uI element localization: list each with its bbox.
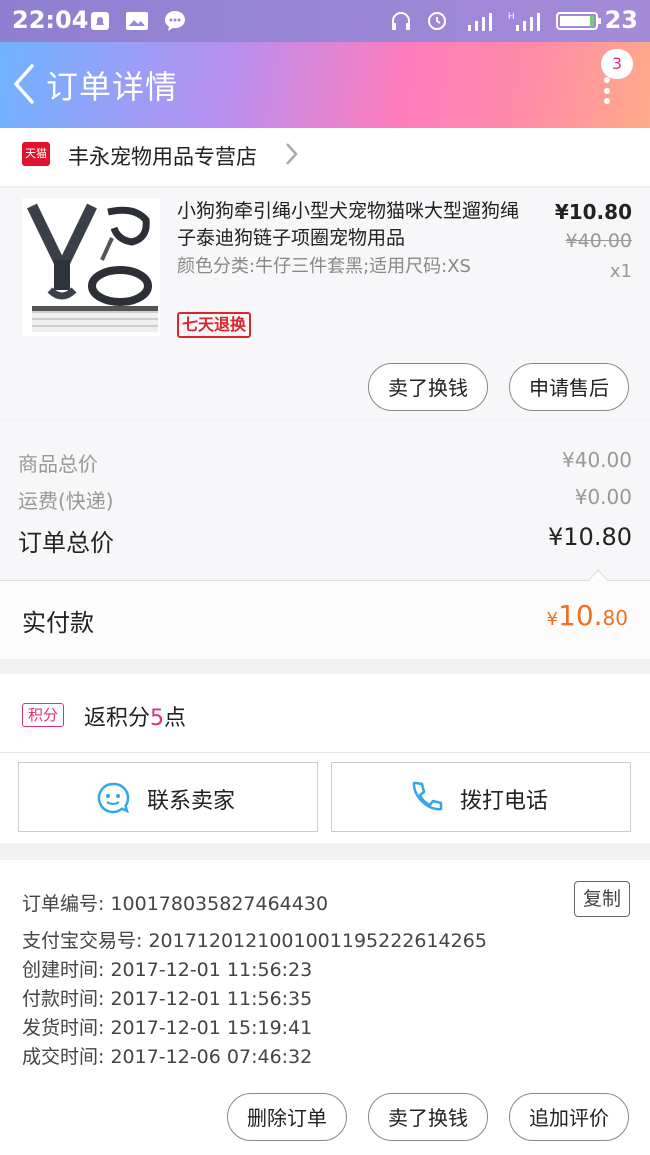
product-price: ¥10.80 — [554, 200, 632, 224]
paid-decimal: 80 — [602, 606, 628, 630]
signal-icon-2: H — [508, 11, 540, 31]
battery-level: 23 — [604, 6, 638, 34]
summary-row-total: 订单总价 ¥10.80 — [18, 523, 632, 558]
points-count: 5 — [150, 706, 165, 731]
signal-icon — [468, 13, 492, 31]
shop-name[interactable]: 丰永宠物用品专营店 — [68, 141, 257, 171]
summary-value: ¥0.00 — [574, 485, 632, 509]
phone-icon — [412, 781, 443, 811]
paid-time: 付款时间: 2017-12-01 11:56:35 — [22, 988, 313, 1010]
points-text-prefix: 返积分 — [84, 706, 151, 731]
chat-bubble-icon — [165, 11, 185, 31]
total-label: 订单总价 — [18, 529, 114, 557]
order-info: 订单编号: 100178035827464430 复制 支付宝交易号: 2017… — [0, 860, 650, 1080]
points-text-suffix: 点 — [164, 706, 187, 731]
sell-for-cash-button[interactable]: 卖了换钱 — [368, 363, 488, 411]
paid-amount-box: 实付款 ¥10.80 — [0, 569, 650, 659]
points-tag: 积分 — [22, 703, 64, 727]
bottom-action-bar: 删除订单 卖了换钱 追加评价 — [0, 1080, 650, 1155]
svg-text:H: H — [508, 11, 515, 21]
back-arrow-icon[interactable] — [10, 62, 38, 106]
sell-for-cash-bottom-button[interactable]: 卖了换钱 — [368, 1093, 488, 1141]
product-card[interactable]: 小狗狗牵引绳小型犬宠物猫咪大型遛狗绳子泰迪狗链子项圈宠物用品 颜色分类:牛仔三件… — [0, 188, 650, 420]
paid-currency: ¥ — [546, 609, 559, 630]
paid-label: 实付款 — [22, 609, 94, 637]
image-notification-icon — [126, 12, 148, 30]
contact-seller-label: 联系卖家 — [147, 789, 236, 814]
summary-value: ¥40.00 — [562, 448, 632, 472]
price-summary: 商品总价 ¥40.00 运费(快递) ¥0.00 订单总价 ¥10.80 — [0, 421, 650, 579]
alarm-icon — [428, 12, 446, 30]
chevron-right-icon — [286, 143, 298, 165]
alipay-trade-number: 支付宝交易号: 2017120121001001195222614265 — [22, 930, 487, 952]
summary-row-shipping: 运费(快递) ¥0.00 — [18, 485, 632, 514]
created-time: 创建时间: 2017-12-01 11:56:23 — [22, 959, 313, 981]
call-phone-label: 拨打电话 — [460, 789, 549, 814]
delete-order-button[interactable]: 删除订单 — [227, 1093, 347, 1141]
paid-amount: ¥10.80 — [547, 599, 628, 632]
product-thumbnail[interactable] — [22, 198, 160, 336]
product-original-price: ¥40.00 — [565, 230, 632, 252]
copy-order-number-button[interactable]: 复制 — [574, 881, 630, 917]
status-bar: 22:04 H 23 — [0, 0, 650, 42]
summary-row-goods: 商品总价 ¥40.00 — [18, 448, 632, 477]
page-title: 订单详情 — [46, 68, 179, 106]
points-text: 返积分5点 — [84, 700, 186, 732]
notification-bell-icon — [91, 12, 109, 30]
leash-harness-image — [22, 198, 160, 336]
product-title[interactable]: 小狗狗牵引绳小型犬宠物猫咪大型遛狗绳子泰迪狗链子项圈宠物用品 — [177, 198, 527, 252]
points-row: 积分 返积分5点 — [0, 674, 650, 753]
order-number: 订单编号: 100178035827464430 — [22, 893, 329, 915]
pointer-notch-icon — [588, 569, 608, 581]
after-sales-button[interactable]: 申请售后 — [509, 363, 629, 411]
status-time: 22:04 — [12, 6, 89, 34]
append-review-button[interactable]: 追加评价 — [509, 1093, 629, 1141]
paid-integer: 10. — [558, 599, 603, 632]
tmall-logo-icon: 天猫 — [22, 142, 50, 166]
battery-icon — [556, 12, 601, 30]
call-phone-button[interactable]: 拨打电话 — [331, 762, 631, 832]
headphones-icon — [392, 12, 410, 30]
summary-label: 商品总价 — [18, 452, 98, 476]
notification-badge: 3 — [601, 49, 633, 79]
product-spec: 颜色分类:牛仔三件套黑;适用尺码:XS — [177, 256, 471, 277]
top-header: 订单详情 — [0, 42, 650, 128]
closed-time: 成交时间: 2017-12-06 07:46:32 — [22, 1046, 313, 1068]
chat-face-icon — [97, 782, 130, 814]
total-value: ¥10.80 — [548, 523, 632, 551]
shop-row[interactable]: 天猫 丰永宠物用品专营店 — [0, 128, 650, 187]
contact-seller-button[interactable]: 联系卖家 — [18, 762, 318, 832]
shipped-time: 发货时间: 2017-12-01 15:19:41 — [22, 1017, 313, 1039]
summary-label: 运费(快递) — [18, 489, 114, 513]
contact-row: 联系卖家 拨打电话 — [0, 753, 650, 843]
product-quantity: x1 — [609, 261, 632, 282]
seven-day-return-tag: 七天退换 — [177, 312, 252, 338]
